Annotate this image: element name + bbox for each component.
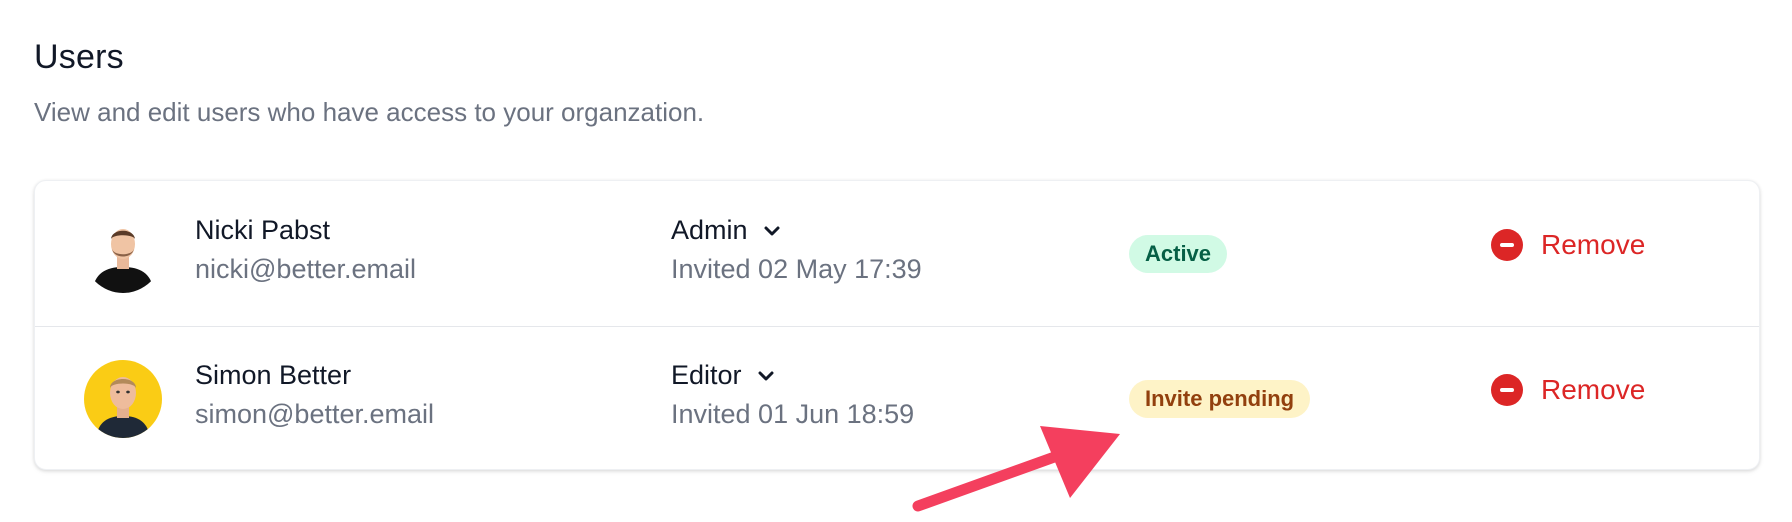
avatar	[84, 360, 162, 438]
remove-button[interactable]: Remove	[1491, 374, 1645, 406]
user-row: Nicki Pabst nicki@better.email Admin Inv…	[35, 181, 1759, 327]
avatar	[84, 215, 162, 293]
role-value: Admin	[671, 215, 748, 245]
user-email: nicki@better.email	[195, 254, 416, 284]
users-list: Nicki Pabst nicki@better.email Admin Inv…	[34, 180, 1760, 470]
page-title: Users	[34, 38, 124, 76]
status-badge: Active	[1129, 235, 1228, 273]
chevron-down-icon	[758, 371, 774, 380]
chevron-down-icon	[764, 226, 780, 235]
avatar-image	[84, 360, 162, 438]
remove-icon	[1491, 229, 1523, 261]
user-name: Simon Better	[195, 360, 352, 390]
page-subtitle: View and edit users who have access to y…	[34, 97, 705, 127]
user-row: Simon Better simon@better.email Editor I…	[35, 326, 1759, 469]
status-badge: Invite pending	[1129, 380, 1311, 418]
user-email: simon@better.email	[195, 399, 435, 429]
users-page: Users View and edit users who have acces…	[0, 0, 1792, 522]
invited-date: Invited 01 Jun 18:59	[671, 399, 915, 429]
user-name: Nicki Pabst	[195, 215, 331, 245]
remove-icon	[1491, 374, 1523, 406]
role-dropdown[interactable]: Admin	[671, 215, 782, 246]
invited-date: Invited 02 May 17:39	[671, 254, 922, 284]
remove-label: Remove	[1541, 229, 1646, 260]
avatar-image	[84, 215, 162, 293]
remove-button[interactable]: Remove	[1491, 229, 1645, 261]
role-dropdown[interactable]: Editor	[671, 360, 776, 391]
role-value: Editor	[671, 360, 742, 390]
remove-label: Remove	[1541, 374, 1646, 405]
